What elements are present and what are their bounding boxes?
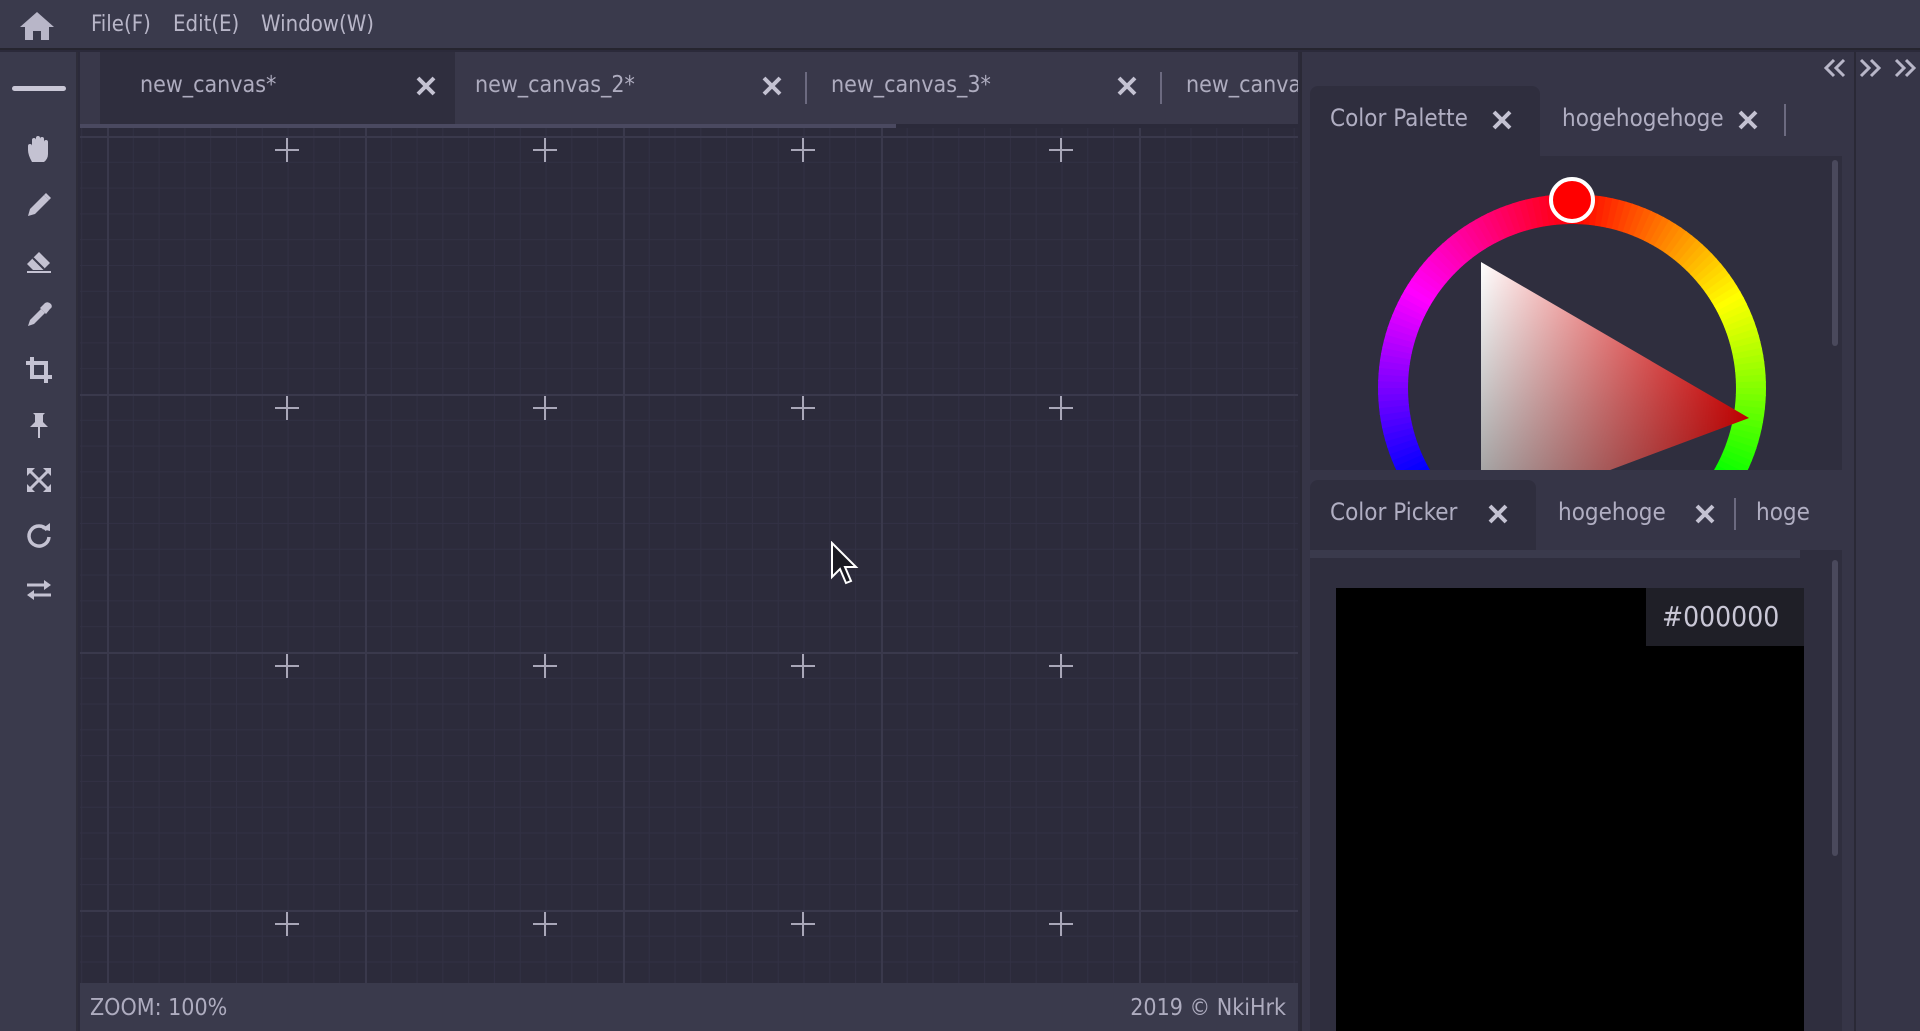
tab-label: Color Picker xyxy=(1330,498,1458,526)
tab-label: hoge xyxy=(1756,498,1810,526)
tab-label: hogehoge xyxy=(1558,498,1666,526)
panel-collapse-bar xyxy=(1854,52,1920,1031)
grid-marker xyxy=(275,138,299,162)
menu-window[interactable]: Window(W) xyxy=(261,10,374,40)
tab-separator xyxy=(805,72,807,104)
grid-marker xyxy=(533,138,557,162)
tool-bar xyxy=(0,52,78,1031)
rotate-tool[interactable] xyxy=(20,516,58,554)
eyedropper-icon xyxy=(28,302,52,326)
zoom-level: ZOOM: 100% xyxy=(90,995,228,1021)
hex-value-field[interactable]: #000000 xyxy=(1646,588,1804,646)
picker-tab-bar: Color Picker hogehoge hoge xyxy=(1310,480,1842,550)
palette-tab-bar: Color Palette hogehogehoge xyxy=(1310,86,1842,156)
grid-marker xyxy=(533,654,557,678)
grid-marker xyxy=(275,654,299,678)
copyright-text: 2019 © NkiHrk xyxy=(1130,995,1286,1021)
tab-hoge[interactable]: hoge xyxy=(1736,480,1842,550)
pencil-icon xyxy=(28,193,51,216)
hand-tool[interactable] xyxy=(20,131,58,169)
eraser-icon xyxy=(27,252,51,273)
crop-icon xyxy=(26,357,52,383)
color-palette-panel xyxy=(1310,156,1842,470)
crop-tool[interactable] xyxy=(20,351,58,389)
tab-label: new_canvas* xyxy=(140,72,277,98)
tab-label: Color Palette xyxy=(1330,104,1468,132)
tab-label: new_canvas_2* xyxy=(475,72,635,98)
close-icon[interactable] xyxy=(758,72,786,100)
expand-right-icon[interactable] xyxy=(1855,52,1885,84)
hue-handle xyxy=(1549,177,1595,223)
grid-marker xyxy=(791,912,815,936)
scrollbar[interactable] xyxy=(1832,560,1838,856)
document-tab-bar: new_canvas* new_canvas_2* new_canvas_3* … xyxy=(80,52,1298,124)
pencil-tool[interactable] xyxy=(20,186,58,224)
tab-new-canvas[interactable]: new_canvas* xyxy=(100,52,455,124)
grid-marker xyxy=(791,396,815,420)
tab-separator xyxy=(1784,104,1786,136)
grid-marker xyxy=(275,396,299,420)
toolbar-drag-handle[interactable] xyxy=(12,86,66,91)
tab-hogehogehoge[interactable]: hogehogehoge xyxy=(1542,86,1802,156)
tab-label: new_canvas xyxy=(1186,72,1298,98)
grid-marker xyxy=(533,912,557,936)
close-icon[interactable] xyxy=(1734,106,1762,134)
status-bar: ZOOM: 100% 2019 © NkiHrk xyxy=(80,983,1298,1031)
tab-separator xyxy=(1160,72,1162,104)
eyedropper-tool[interactable] xyxy=(20,296,58,334)
color-preview-area[interactable] xyxy=(1336,588,1804,1031)
menu-file[interactable]: File(F) xyxy=(91,10,151,40)
grid-marker xyxy=(533,396,557,420)
grid-marker xyxy=(1049,912,1073,936)
grid-marker xyxy=(791,138,815,162)
menu-edit[interactable]: Edit(E) xyxy=(173,10,239,40)
fit-tool[interactable] xyxy=(20,461,58,499)
swap-icon xyxy=(27,580,51,600)
tab-new-canvas-3[interactable]: new_canvas_3* xyxy=(810,52,1165,124)
hand-icon xyxy=(28,136,48,162)
close-icon[interactable] xyxy=(1113,72,1141,100)
grid-marker xyxy=(791,654,815,678)
tab-new-canvas-2[interactable]: new_canvas_2* xyxy=(455,52,810,124)
fit-icon xyxy=(26,467,52,493)
close-icon[interactable] xyxy=(1691,500,1719,528)
rotate-icon xyxy=(27,523,51,548)
pin-icon xyxy=(30,413,48,438)
tab-hogehoge[interactable]: hogehoge xyxy=(1538,480,1734,550)
grid-marker xyxy=(275,912,299,936)
scrollbar[interactable] xyxy=(1832,160,1838,346)
panel-divider xyxy=(1310,550,1800,558)
close-icon[interactable] xyxy=(412,72,440,100)
grid-marker xyxy=(1049,654,1073,678)
drawing-canvas[interactable] xyxy=(80,128,1298,983)
swap-tool[interactable] xyxy=(20,571,58,609)
close-icon[interactable] xyxy=(1484,500,1512,528)
collapse-left-icon[interactable] xyxy=(1820,52,1850,84)
menu-bar: File(F) Edit(E) Window(W) xyxy=(0,0,1920,50)
expand-right-icon[interactable] xyxy=(1890,52,1920,84)
hex-value: #000000 xyxy=(1662,600,1780,633)
tab-label: new_canvas_3* xyxy=(831,72,991,98)
tab-color-picker[interactable]: Color Picker xyxy=(1310,480,1536,550)
tab-label: hogehogehoge xyxy=(1562,104,1724,132)
hue-wheel[interactable] xyxy=(1310,156,1842,470)
tab-new-canvas-4[interactable]: new_canvas xyxy=(1165,52,1298,124)
mouse-cursor-icon xyxy=(830,540,860,589)
home-icon[interactable] xyxy=(18,10,56,42)
eraser-tool[interactable] xyxy=(20,241,58,279)
pin-tool[interactable] xyxy=(20,406,58,444)
grid-marker xyxy=(1049,138,1073,162)
close-icon[interactable] xyxy=(1488,106,1516,134)
grid-marker xyxy=(1049,396,1073,420)
tab-color-palette[interactable]: Color Palette xyxy=(1310,86,1540,156)
